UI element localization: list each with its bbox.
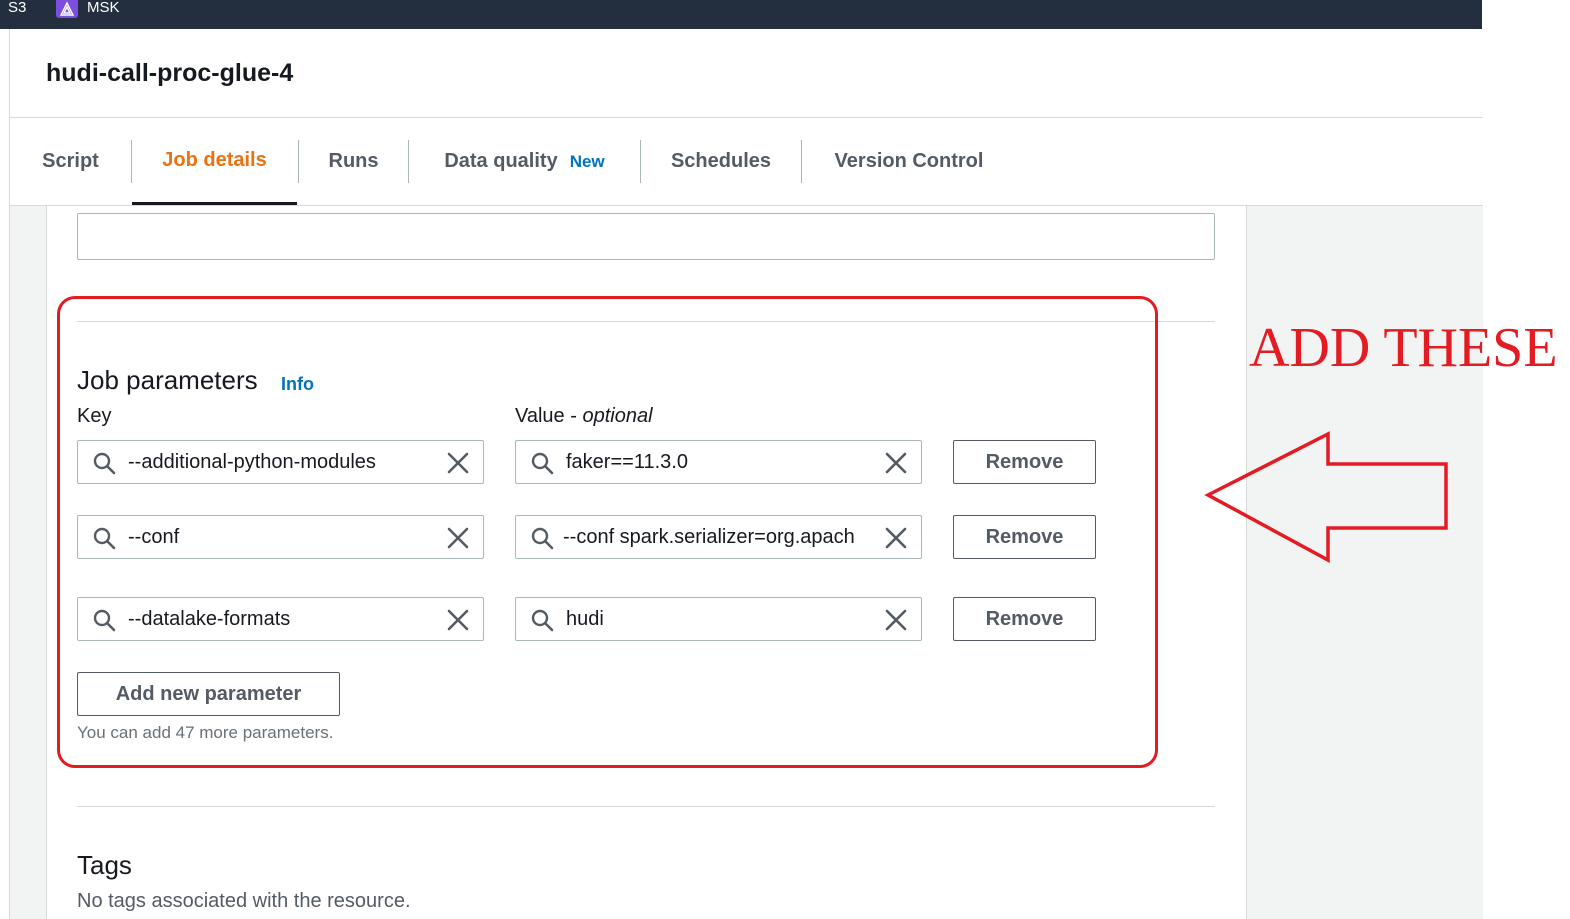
tab-bar: Script Job details Runs Data quality New …: [9, 118, 1483, 206]
nav-s3-link[interactable]: S3: [8, 0, 26, 16]
tab-label: Runs: [328, 150, 379, 172]
tab-data-quality[interactable]: Data quality New: [409, 118, 640, 205]
tab-runs[interactable]: Runs: [299, 118, 408, 205]
page-title: hudi-call-proc-glue-4: [46, 59, 294, 87]
left-arrow-icon: [1204, 431, 1448, 563]
highlight-box: [57, 296, 1158, 768]
tab-job-details[interactable]: Job details: [132, 118, 297, 205]
new-badge: New: [569, 151, 605, 171]
annotation-text: ADD THESE: [1249, 317, 1558, 379]
tab-script[interactable]: Script: [10, 118, 131, 205]
tab-label: Script: [42, 150, 99, 172]
tab-label: Job details: [162, 148, 267, 171]
tab-label: Version Control: [834, 150, 984, 172]
tab-label: Schedules: [670, 150, 772, 172]
tags-heading: Tags: [77, 850, 132, 880]
left-gutter: [9, 206, 47, 919]
msk-icon: [56, 0, 78, 18]
section-divider: [77, 806, 1215, 807]
tab-version-control[interactable]: Version Control: [802, 118, 1016, 205]
nav-msk-link[interactable]: MSK: [87, 0, 120, 16]
tab-label: Data quality: [444, 150, 558, 172]
top-nav-bar: S3 MSK: [0, 0, 1482, 29]
tab-schedules[interactable]: Schedules: [641, 118, 801, 205]
tags-empty-text: No tags associated with the resource.: [77, 890, 411, 912]
text-field[interactable]: [77, 213, 1215, 260]
job-header: hudi-call-proc-glue-4: [9, 29, 1483, 118]
